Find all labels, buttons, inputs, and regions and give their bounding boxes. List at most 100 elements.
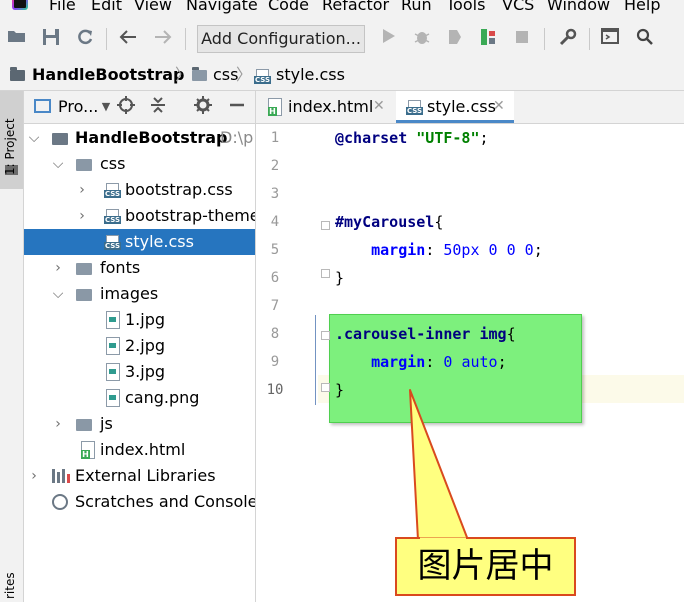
- save-icon[interactable]: [40, 28, 62, 50]
- tree-item-path-hint: D:\p: [220, 128, 254, 147]
- tree-item-bootstrap-css[interactable]: › CSS bootstrap.css: [24, 177, 255, 203]
- close-icon[interactable]: ✕: [373, 98, 385, 114]
- tab-style-css[interactable]: CSS style.css ✕: [396, 91, 514, 123]
- menu-help[interactable]: Help: [624, 0, 660, 15]
- line-number: 1: [270, 130, 280, 146]
- chevron-down-icon[interactable]: ▼: [96, 96, 116, 118]
- menu-code[interactable]: Code: [268, 0, 309, 15]
- fold-marker-icon[interactable]: [321, 383, 330, 392]
- chevron-down-icon[interactable]: ⌵: [52, 151, 64, 177]
- tree-item-js[interactable]: › js: [24, 411, 255, 437]
- project-folder-icon: [10, 67, 25, 81]
- tree-item-1-jpg[interactable]: 1.jpg: [24, 307, 255, 333]
- fold-marker-icon[interactable]: [321, 331, 330, 340]
- html-file-icon: [81, 441, 95, 459]
- callout-box: 图片居中: [395, 537, 576, 596]
- tree-item-external-libraries[interactable]: › External Libraries: [24, 463, 255, 489]
- tree-item-3-jpg[interactable]: 3.jpg: [24, 359, 255, 385]
- tab-index-html[interactable]: index.html ✕: [256, 91, 392, 123]
- code-line-8: .carousel-inner img{: [335, 325, 516, 343]
- close-icon[interactable]: ✕: [493, 98, 505, 114]
- menu-view[interactable]: View: [134, 0, 172, 15]
- locate-target-icon[interactable]: [116, 96, 136, 118]
- css-file-icon: CSS: [104, 235, 121, 250]
- sync-icon[interactable]: [74, 28, 96, 50]
- image-file-icon: [106, 363, 120, 381]
- run-icon[interactable]: [378, 28, 400, 50]
- project-view-selector[interactable]: Pro...: [58, 97, 98, 116]
- terminal-window-icon[interactable]: [599, 28, 621, 50]
- chevron-right-icon[interactable]: ›: [28, 463, 40, 489]
- menu-window[interactable]: Window: [547, 0, 610, 15]
- fold-marker-icon[interactable]: [321, 221, 330, 230]
- fold-marker-icon[interactable]: [321, 269, 330, 278]
- scratches-icon: [52, 494, 68, 510]
- wrench-settings-icon[interactable]: [557, 28, 579, 50]
- open-folder-icon[interactable]: [6, 28, 28, 50]
- tree-item-bootstrap-theme[interactable]: › CSS bootstrap-theme: [24, 203, 255, 229]
- breadcrumb-file[interactable]: style.css: [276, 65, 345, 85]
- line-number: 7: [270, 298, 280, 314]
- build-icon[interactable]: [477, 28, 499, 50]
- menu-run[interactable]: Run: [401, 0, 432, 15]
- project-panel-header: Pro... ▼: [24, 91, 255, 124]
- tree-item-label: External Libraries: [75, 466, 216, 485]
- chevron-down-icon[interactable]: ⌵: [28, 125, 40, 151]
- breadcrumb-folder[interactable]: css: [213, 65, 238, 85]
- chevron-down-icon[interactable]: ⌵: [52, 281, 64, 307]
- chevron-right-icon[interactable]: ›: [76, 177, 88, 203]
- menu-navigate[interactable]: Navigate: [186, 0, 258, 15]
- collapse-all-icon[interactable]: [148, 96, 168, 118]
- folder-icon: [76, 159, 92, 171]
- tree-item-scratches[interactable]: Scratches and Consoles: [24, 489, 255, 515]
- add-configuration-button[interactable]: Add Configuration...: [197, 25, 365, 53]
- line-number: 3: [270, 186, 280, 202]
- folder-icon: [76, 289, 92, 301]
- css-folder-icon: [192, 67, 207, 81]
- menu-vcs[interactable]: VCS: [502, 0, 534, 15]
- tree-item-label: bootstrap.css: [125, 180, 233, 199]
- tree-item-cang-png[interactable]: cang.png: [24, 385, 255, 411]
- tree-item-label: 2.jpg: [125, 336, 166, 355]
- minimize-icon[interactable]: [227, 96, 247, 118]
- back-arrow-icon[interactable]: [117, 28, 139, 50]
- search-icon[interactable]: [634, 28, 656, 50]
- line-number: 9: [270, 354, 280, 370]
- breadcrumb-project[interactable]: HandleBootstrap: [32, 65, 185, 85]
- debug-icon[interactable]: [411, 28, 433, 50]
- chevron-right-icon[interactable]: ›: [52, 255, 64, 281]
- tree-item-project-root[interactable]: ⌵ HandleBootstrap D:\p: [24, 125, 255, 151]
- tree-item-label: Scratches and Consoles: [75, 492, 256, 511]
- tree-item-index-html[interactable]: index.html: [24, 437, 255, 463]
- tree-item-fonts[interactable]: › fonts: [24, 255, 255, 281]
- folder-icon: [52, 133, 68, 145]
- project-tool-tab[interactable]: 1: Project: [0, 91, 23, 189]
- forward-arrow-icon[interactable]: [152, 28, 174, 50]
- code-line-1: @charset "UTF-8";: [335, 129, 489, 147]
- tree-item-label: images: [100, 284, 159, 303]
- line-number: 4: [270, 214, 280, 230]
- menu-bar: File Edit View Navigate Code Refactor Ru…: [0, 0, 684, 18]
- coverage-icon[interactable]: [444, 28, 466, 50]
- tree-item-style-css[interactable]: CSS style.css: [24, 229, 255, 255]
- gear-icon[interactable]: [193, 96, 213, 118]
- menu-refactor[interactable]: Refactor: [322, 0, 389, 15]
- favorites-tool-tab[interactable]: rites: [3, 572, 17, 599]
- tree-item-label: cang.png: [125, 388, 200, 407]
- menu-file[interactable]: File: [49, 0, 76, 15]
- tree-item-images[interactable]: ⌵ images: [24, 281, 255, 307]
- stop-icon[interactable]: [511, 28, 533, 50]
- tree-item-css[interactable]: ⌵ css: [24, 151, 255, 177]
- menu-tools[interactable]: Tools: [446, 0, 485, 15]
- tree-item-label: js: [100, 414, 113, 433]
- toolbar: Add Configuration...: [0, 18, 684, 63]
- editor-tab-bar: index.html ✕ CSS style.css ✕: [256, 91, 684, 124]
- tree-item-2-jpg[interactable]: 2.jpg: [24, 333, 255, 359]
- line-number: 5: [270, 242, 280, 258]
- chevron-right-icon[interactable]: ›: [76, 203, 88, 229]
- code-line-10: }: [335, 381, 345, 399]
- tree-item-label: style.css: [125, 232, 194, 251]
- menu-edit[interactable]: Edit: [91, 0, 122, 15]
- code-area[interactable]: @charset "UTF-8"; #myCarousel{ margin: 5…: [335, 124, 684, 602]
- chevron-right-icon[interactable]: ›: [52, 411, 64, 437]
